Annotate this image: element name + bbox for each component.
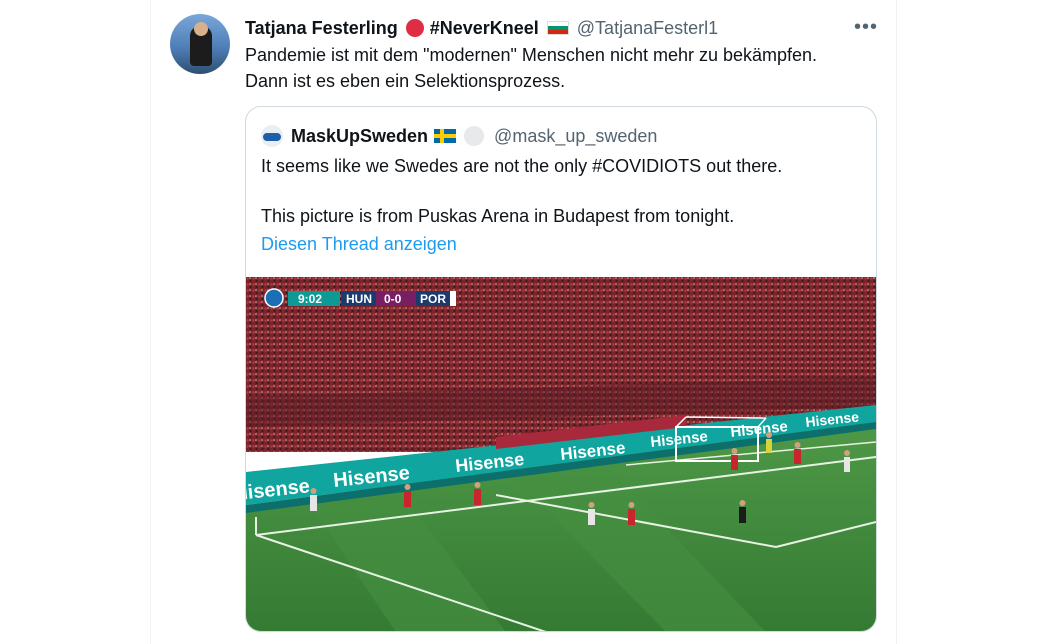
quoted-tweet-card[interactable]: MaskUpSweden @mask_up_sweden It seems li… [245, 106, 877, 632]
tweet-text: Pandemie ist mit dem "modernen" Menschen… [245, 42, 875, 94]
bulgaria-flag-icon [546, 21, 569, 35]
more-horizontal-icon: ••• [854, 15, 879, 38]
quoted-author-handle: @mask_up_sweden [494, 125, 658, 146]
stadium-photo[interactable]: Hisense Hisense Hisense Hisense Hisense … [246, 277, 876, 631]
author-hashtag: #NeverKneel [429, 17, 539, 38]
more-options-button[interactable]: ••• [854, 15, 878, 39]
red-circle-emoji-icon [405, 19, 424, 37]
quoted-badge-icon [464, 126, 485, 146]
quoted-author-name: MaskUpSweden [291, 125, 429, 146]
author-handle[interactable]: @TatjanaFesterl1 [577, 18, 718, 39]
author-avatar[interactable] [170, 14, 230, 74]
show-thread-link[interactable]: Diesen Thread anzeigen [261, 234, 457, 255]
scoreboard: 9:02 HUN 0-0 POR [264, 288, 456, 308]
tweet-header: Tatjana Festerling #NeverKneel @TatjanaF… [245, 15, 718, 41]
quoted-author-avatar [261, 125, 283, 147]
scoreboard-away: POR [420, 292, 446, 306]
quoted-tweet-text: It seems like we Swedes are not the only… [261, 154, 861, 228]
quoted-paragraph: This picture is from Puskas Arena in Bud… [261, 206, 735, 226]
quoted-tweet-header: MaskUpSweden @mask_up_sweden [261, 125, 657, 147]
stadium-photo-graphic: Hisense Hisense Hisense Hisense Hisense … [246, 277, 876, 631]
tweet-text-line: Dann ist es eben ein Selektionsprozess. [245, 71, 566, 91]
sweden-flag-icon [434, 129, 457, 143]
scoreboard-time: 9:02 [298, 292, 322, 306]
tweet-text-line: Pandemie ist mit dem "modernen" Menschen… [245, 45, 818, 65]
quoted-paragraph: It seems like we Swedes are not the only… [261, 156, 783, 176]
scoreboard-score: 0-0 [384, 292, 402, 306]
scoreboard-home: HUN [346, 292, 372, 306]
author-name[interactable]: Tatjana Festerling [245, 18, 398, 39]
